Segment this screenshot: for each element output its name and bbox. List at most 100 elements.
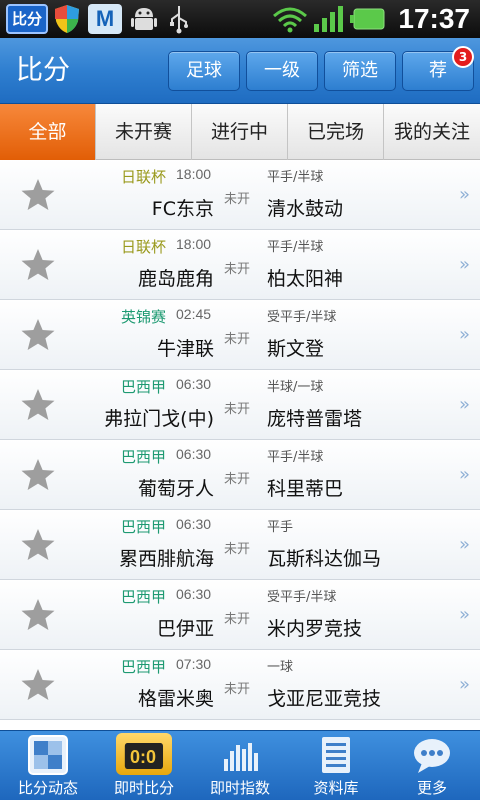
away-team: 戈亚尼亚竞技	[267, 688, 382, 710]
league-name: 日联杯	[120, 168, 166, 186]
match-row[interactable]: 巴西甲 07:30 格雷米奥 未开 一球 戈亚尼亚竞技 »	[0, 650, 480, 720]
league-name: 巴西甲	[120, 658, 166, 676]
handicap: 半球/一球	[267, 380, 324, 395]
league-name: 英锦赛	[120, 308, 166, 326]
star-icon[interactable]	[20, 598, 56, 632]
kickoff-time: 18:00	[176, 166, 212, 182]
home-team: FC东京	[151, 198, 214, 220]
database-icon	[322, 737, 350, 773]
kickoff-time: 07:30	[176, 656, 212, 672]
nav-label: 更多	[416, 779, 447, 797]
usb-icon	[170, 6, 188, 34]
tab-my-follows[interactable]: 我的关注	[384, 104, 480, 160]
chevron-right-icon: »	[458, 324, 470, 345]
app-notification-icon: 比分	[6, 4, 48, 34]
match-row[interactable]: 巴西甲 06:30 巴伊亚 未开 受平手/半球 米内罗竞技 »	[0, 580, 480, 650]
chevron-right-icon: »	[458, 674, 470, 695]
match-status: 未开	[224, 612, 251, 627]
handicap: 受平手/半球	[267, 310, 337, 325]
star-icon[interactable]	[20, 668, 56, 702]
nav-more[interactable]: 更多	[384, 731, 480, 800]
away-team: 庞特普雷塔	[267, 408, 363, 430]
kickoff-time: 06:30	[176, 446, 212, 462]
recommend-label: 荐	[429, 60, 447, 81]
league-name: 巴西甲	[120, 448, 166, 466]
kickoff-time: 06:30	[176, 376, 212, 392]
status-bar: 比分 M 17:37	[0, 0, 480, 38]
match-row[interactable]: 巴西甲 06:30 累西腓航海 未开 平手 瓦斯科达伽马 »	[0, 510, 480, 580]
match-list: 日联杯 18:00 FC东京 未开 平手/半球 清水鼓动 » 日联杯 18:00…	[0, 160, 480, 730]
nav-label: 即时比分	[113, 779, 174, 797]
match-status: 未开	[224, 402, 251, 417]
match-status: 未开	[224, 262, 251, 277]
live-score-icon: 0:0	[124, 743, 164, 769]
notification-badge: 3	[452, 46, 474, 68]
star-icon[interactable]	[20, 178, 56, 212]
star-icon[interactable]	[20, 388, 56, 422]
bottom-nav: 比分动态 0:0 即时比分 即时指数 资料库 更多	[0, 730, 480, 800]
home-team: 累西腓航海	[118, 548, 214, 570]
nav-database[interactable]: 资料库	[288, 731, 384, 800]
nav-label: 即时指数	[209, 779, 270, 797]
handicap: 受平手/半球	[267, 590, 337, 605]
tab-not-started[interactable]: 未开赛	[96, 104, 192, 160]
away-team: 柏太阳神	[267, 268, 344, 290]
chevron-right-icon: »	[458, 254, 470, 275]
clock: 17:37	[398, 3, 470, 34]
chevron-right-icon: »	[458, 534, 470, 555]
filter-tabs: 全部 未开赛 进行中 已完场 我的关注	[0, 104, 480, 160]
handicap: 平手/半球	[267, 450, 324, 465]
handicap: 平手/半球	[267, 240, 324, 255]
away-team: 斯文登	[267, 338, 325, 360]
filter-button[interactable]: 筛选	[324, 51, 396, 91]
home-team: 葡萄牙人	[137, 478, 214, 500]
nav-label: 资料库	[313, 779, 359, 797]
battery-icon	[350, 8, 385, 30]
nav-score-dynamics[interactable]: 比分动态	[0, 731, 96, 800]
recommend-button[interactable]: 荐 3	[402, 46, 474, 91]
nav-live-odds[interactable]: 即时指数	[192, 731, 288, 800]
away-team: 清水鼓动	[267, 198, 344, 220]
away-team: 科里蒂巴	[267, 478, 344, 500]
nav-live-score[interactable]: 0:0 即时比分	[96, 731, 192, 800]
android-debug-icon	[131, 8, 157, 30]
match-status: 未开	[224, 192, 251, 207]
chevron-right-icon: »	[458, 464, 470, 485]
football-button[interactable]: 足球	[168, 51, 240, 91]
home-team: 鹿岛鹿角	[137, 268, 214, 290]
tab-all[interactable]: 全部	[0, 104, 96, 160]
match-status: 未开	[224, 682, 251, 697]
match-row[interactable]: 日联杯 18:00 FC东京 未开 平手/半球 清水鼓动 »	[0, 160, 480, 230]
home-team: 牛津联	[156, 338, 214, 360]
page-title: 比分	[16, 55, 70, 86]
match-row[interactable]: 英锦赛 02:45 牛津联 未开 受平手/半球 斯文登 »	[0, 300, 480, 370]
level-button[interactable]: 一级	[246, 51, 318, 91]
match-status: 未开	[224, 542, 251, 557]
m-app-icon: M	[88, 4, 122, 34]
live-odds-icon	[224, 743, 258, 771]
handicap: 一球	[267, 660, 294, 675]
star-icon[interactable]	[20, 458, 56, 492]
tab-in-progress[interactable]: 进行中	[192, 104, 288, 160]
away-team: 瓦斯科达伽马	[267, 548, 382, 570]
away-team: 米内罗竞技	[267, 618, 363, 640]
handicap: 平手	[267, 520, 294, 535]
kickoff-time: 02:45	[176, 306, 212, 322]
home-team: 弗拉门戈(中)	[104, 408, 214, 430]
league-name: 巴西甲	[120, 518, 166, 536]
match-row[interactable]: 巴西甲 06:30 弗拉门戈(中) 未开 半球/一球 庞特普雷塔 »	[0, 370, 480, 440]
tab-finished[interactable]: 已完场	[288, 104, 384, 160]
match-row[interactable]: 日联杯 18:00 鹿岛鹿角 未开 平手/半球 柏太阳神 »	[0, 230, 480, 300]
star-icon[interactable]	[20, 318, 56, 352]
more-icon	[414, 739, 450, 773]
match-status: 未开	[224, 332, 251, 347]
star-icon[interactable]	[20, 528, 56, 562]
chevron-right-icon: »	[458, 394, 470, 415]
chevron-right-icon: »	[458, 184, 470, 205]
star-icon[interactable]	[20, 248, 56, 282]
league-name: 巴西甲	[120, 588, 166, 606]
app-header: 比分 足球 一级 筛选 荐 3	[0, 38, 480, 104]
wifi-icon	[273, 7, 307, 33]
match-row[interactable]: 巴西甲 06:30 葡萄牙人 未开 平手/半球 科里蒂巴 »	[0, 440, 480, 510]
league-name: 日联杯	[120, 238, 166, 256]
